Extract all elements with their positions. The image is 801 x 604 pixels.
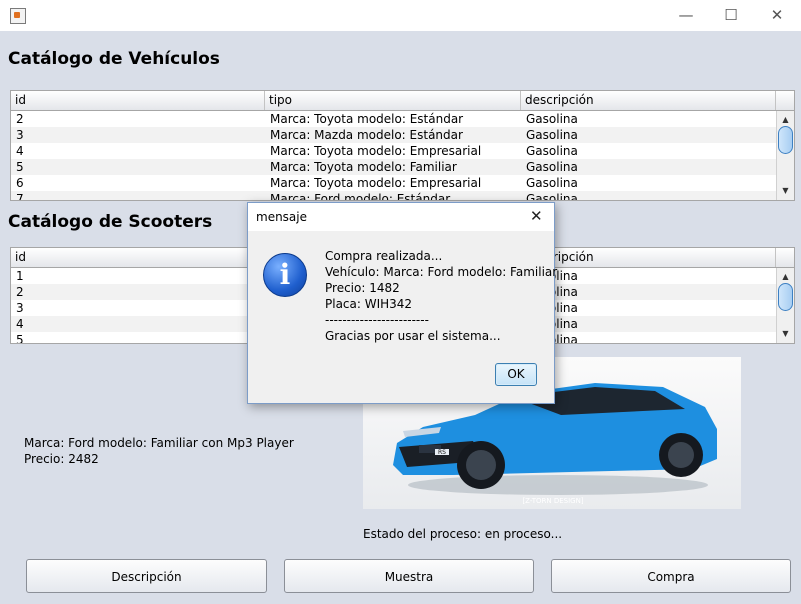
dialog-message-line: Precio: 1482 xyxy=(325,281,400,295)
rs-badge-text: RS xyxy=(438,449,446,456)
column-header-id[interactable]: id xyxy=(11,91,265,110)
table-row[interactable]: 3 Marca: Mazda modelo: Estándar Gasolina xyxy=(11,127,776,143)
scroll-thumb[interactable] xyxy=(778,283,793,311)
selected-model-label: Marca: Ford modelo: Familiar con Mp3 Pla… xyxy=(24,436,294,450)
dialog-message-line: Gracias por usar el sistema... xyxy=(325,329,501,343)
vehicles-table[interactable]: id tipo descripción 2 Marca: Toyota model… xyxy=(10,90,795,201)
table-row[interactable]: 7 Marca: Ford modelo: Estándar Gasolina xyxy=(11,191,776,201)
vehicles-table-header: id tipo descripción xyxy=(11,91,794,111)
java-app-icon xyxy=(10,8,26,24)
table-cell: 3 xyxy=(16,301,24,315)
information-icon: i xyxy=(263,253,307,297)
table-cell: Marca: Mazda modelo: Estándar xyxy=(270,128,463,142)
table-cell: Marca: Toyota modelo: Empresarial xyxy=(270,176,482,190)
window-titlebar: — ☐ ✕ xyxy=(0,0,801,31)
scooters-scrollbar[interactable]: ▲ ▼ xyxy=(776,268,794,343)
dialog-message-line: Placa: WIH342 xyxy=(325,297,413,311)
scroll-down-icon[interactable]: ▼ xyxy=(777,184,794,198)
scooters-title: Catálogo de Scooters xyxy=(8,212,213,232)
scroll-down-icon[interactable]: ▼ xyxy=(777,327,794,341)
table-cell: Marca: Ford modelo: Estándar xyxy=(270,192,451,201)
table-cell: 4 xyxy=(16,144,24,158)
table-cell: Gasolina xyxy=(526,128,578,142)
column-header-descripcion[interactable]: descripción xyxy=(521,91,776,110)
dialog-title: mensaje xyxy=(256,210,307,224)
close-window-icon[interactable]: ✕ xyxy=(754,0,800,31)
table-cell: Gasolina xyxy=(526,176,578,190)
compra-button[interactable]: Compra xyxy=(551,559,791,593)
table-cell: 7 xyxy=(16,192,24,201)
table-cell: Gasolina xyxy=(526,144,578,158)
table-cell: 2 xyxy=(16,285,24,299)
maximize-icon[interactable]: ☐ xyxy=(708,0,754,31)
scroll-up-icon[interactable]: ▲ xyxy=(777,113,794,127)
minimize-icon[interactable]: — xyxy=(663,0,709,31)
table-cell: 5 xyxy=(16,160,24,174)
table-cell: 1 xyxy=(16,269,24,283)
table-cell: Gasolina xyxy=(526,160,578,174)
table-cell: 6 xyxy=(16,176,24,190)
table-cell: 2 xyxy=(16,112,24,126)
table-cell: 5 xyxy=(16,333,24,344)
ok-button[interactable]: OK xyxy=(495,363,537,386)
table-cell: Marca: Toyota modelo: Estándar xyxy=(270,112,464,126)
muestra-button[interactable]: Muestra xyxy=(284,559,534,593)
photo-watermark: [Z-TORN DESIGN] xyxy=(522,497,583,505)
message-dialog: mensaje ✕ i Compra realizada... Vehículo:… xyxy=(247,202,558,404)
selected-price-label: Precio: 2482 xyxy=(24,452,99,466)
table-row[interactable]: 2 Marca: Toyota modelo: Estándar Gasolina xyxy=(11,111,776,127)
table-row[interactable]: 6 Marca: Toyota modelo: Empresarial Gasoli… xyxy=(11,175,776,191)
dialog-titlebar: mensaje ✕ xyxy=(248,203,554,231)
column-header-descripcion[interactable]: descripción xyxy=(521,248,776,267)
dialog-close-icon[interactable]: ✕ xyxy=(530,207,543,225)
table-cell: Gasolina xyxy=(526,112,578,126)
table-row[interactable]: 4 Marca: Toyota modelo: Empresarial Gasoli… xyxy=(11,143,776,159)
table-cell: Marca: Toyota modelo: Familiar xyxy=(270,160,457,174)
process-status-label: Estado del proceso: en proceso... xyxy=(363,527,563,541)
scroll-up-icon[interactable]: ▲ xyxy=(777,270,794,284)
scroll-thumb[interactable] xyxy=(778,126,793,154)
dialog-message-line: Compra realizada... xyxy=(325,249,443,263)
table-row[interactable]: 5 Marca: Toyota modelo: Familiar Gasolina xyxy=(11,159,776,175)
table-cell: 4 xyxy=(16,317,24,331)
column-header-tipo[interactable]: tipo xyxy=(265,91,521,110)
table-cell: Marca: Toyota modelo: Empresarial xyxy=(270,144,482,158)
table-cell: Gasolina xyxy=(526,192,578,201)
descripcion-button[interactable]: Descripción xyxy=(26,559,267,593)
table-cell: 3 xyxy=(16,128,24,142)
dialog-message-line: ------------------------ xyxy=(325,313,429,327)
vehicles-title: Catálogo de Vehículos xyxy=(8,49,220,69)
column-header-id[interactable]: id xyxy=(11,248,265,267)
vehicles-scrollbar[interactable]: ▲ ▼ xyxy=(776,111,794,200)
dialog-message-line: Vehículo: Marca: Ford modelo: Familiar xyxy=(325,265,558,279)
